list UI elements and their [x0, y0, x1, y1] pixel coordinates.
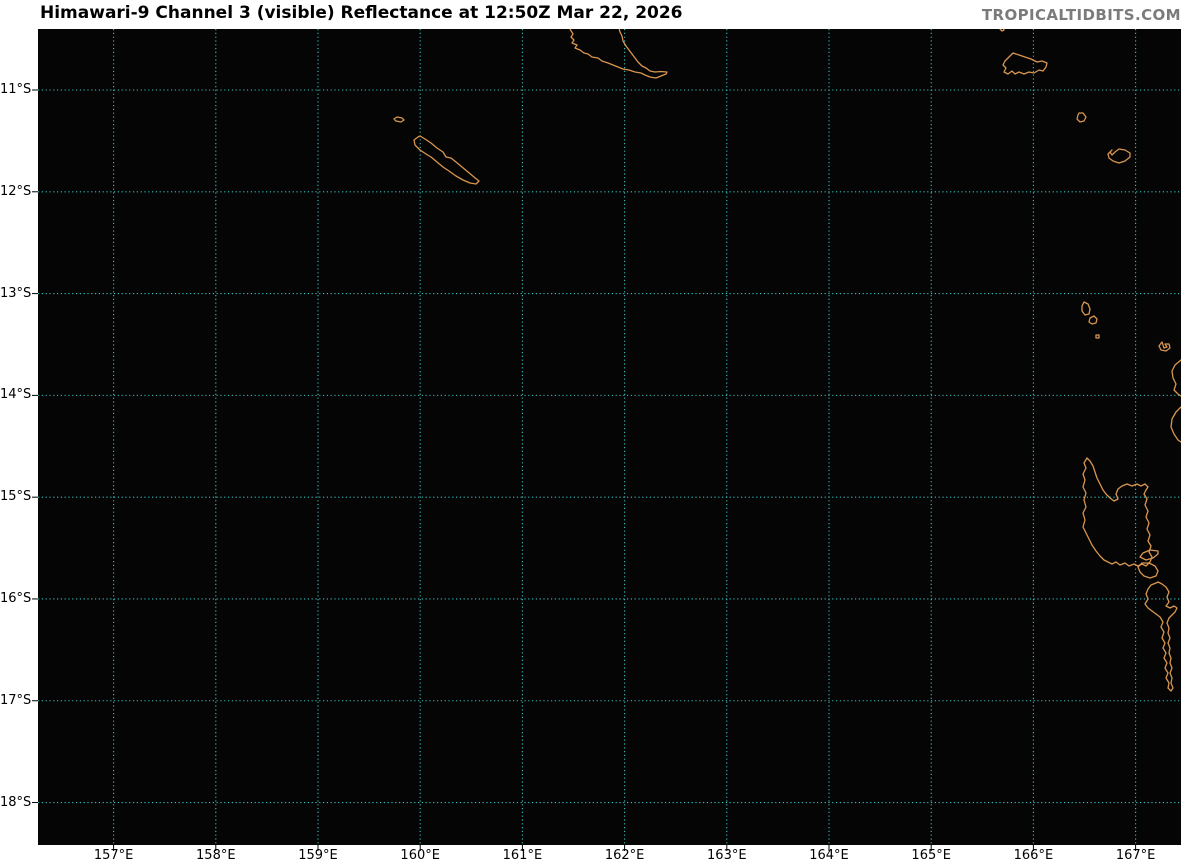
lat-tick-label: 16°S [0, 590, 32, 606]
satellite-image-area [38, 29, 1181, 845]
lon-tick-label: 164°E [809, 848, 849, 863]
lon-tick-label: 159°E [298, 848, 338, 863]
lat-tick-label: 11°S [0, 82, 32, 97]
lon-tick-label: 158°E [196, 848, 236, 863]
lat-tick-label: 18°S [0, 794, 32, 810]
lat-tick-label: 15°S [0, 489, 32, 505]
lon-tick-label: 166°E [1013, 848, 1054, 863]
lon-tick-label: 161°E [502, 848, 543, 863]
lon-tick-label: 163°E [707, 848, 747, 863]
lon-tick-label: 162°E [604, 848, 645, 863]
lat-tick-label: 12°S [0, 183, 32, 199]
satellite-image-page: Himawari-9 Channel 3 (visible) Reflectan… [0, 0, 1200, 867]
lat-tick-label: 17°S [0, 692, 32, 708]
map-canvas [32, 29, 1181, 851]
lat-tick-label: 13°S [0, 285, 32, 301]
lat-tick-label: 14°S [0, 387, 32, 403]
lon-tick-label: 165°E [911, 848, 951, 863]
lon-tick-label: 167°E [1115, 848, 1156, 863]
lon-tick-label: 157°E [93, 848, 134, 863]
lon-tick-label: 160°E [400, 848, 440, 863]
